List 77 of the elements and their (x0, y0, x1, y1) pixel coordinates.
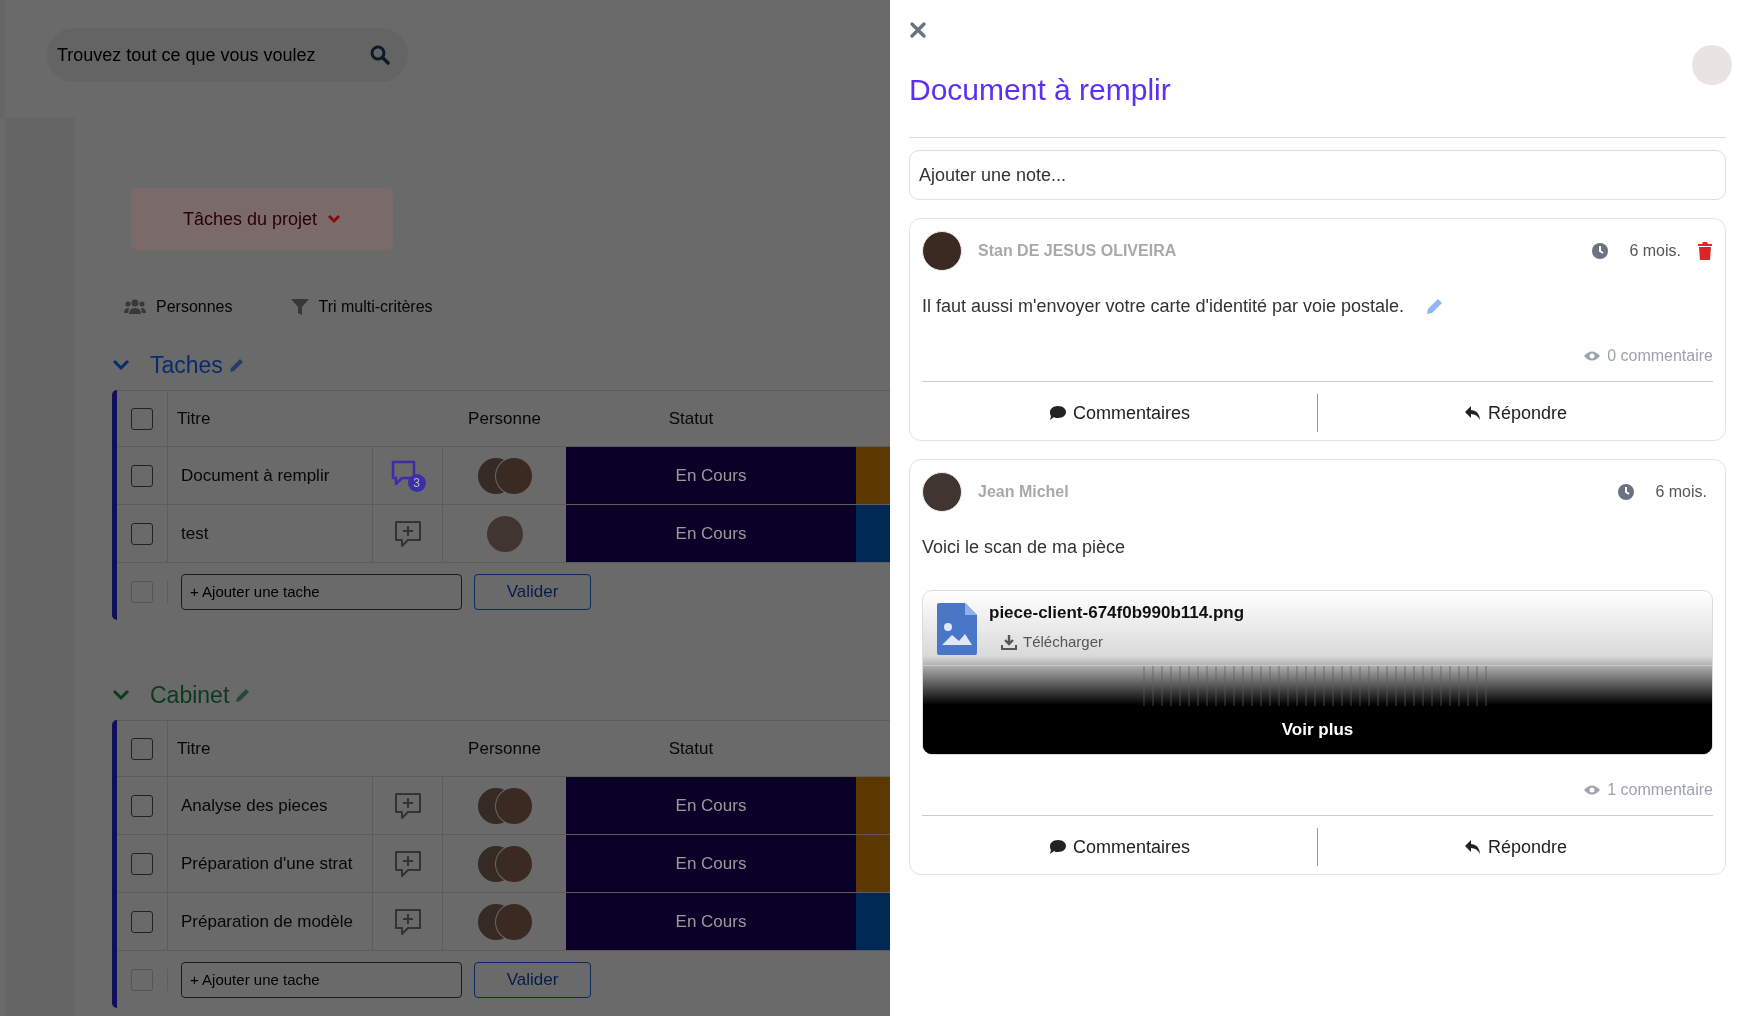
status-cell[interactable]: En Cours (566, 777, 856, 834)
avatar (922, 231, 962, 271)
avatar (922, 472, 962, 512)
reply-icon (1463, 405, 1482, 421)
pencil-icon[interactable] (235, 687, 252, 703)
add-comment-icon[interactable] (392, 790, 423, 821)
reply-button[interactable]: Répondre (1318, 830, 1713, 864)
add-task-field[interactable]: + Ajouter une tache (181, 961, 462, 998)
checkbox[interactable] (131, 910, 153, 933)
chevron-icon[interactable] (112, 689, 130, 701)
task-title[interactable]: test (181, 523, 209, 544)
image-file-icon (937, 603, 977, 655)
add-comment-icon[interactable] (392, 906, 423, 937)
file-name: piece-client-674f0b990b114.png (989, 603, 1245, 623)
column-header: Titre (177, 408, 211, 429)
author-name: Jean Michel (978, 483, 1069, 501)
status-cell[interactable]: En Cours (566, 835, 856, 892)
task-title[interactable]: Analyse des pieces (181, 795, 328, 816)
comments-button[interactable]: Commentaires (922, 830, 1317, 864)
reply-button[interactable]: Répondre (1318, 396, 1713, 430)
close-icon[interactable] (909, 21, 927, 39)
note-time: 6 mois. (1655, 483, 1707, 501)
filter-button[interactable]: Tri multi-critères (290, 298, 433, 316)
reply-icon (1463, 839, 1482, 855)
checkbox[interactable] (131, 464, 153, 487)
checkbox[interactable] (131, 794, 153, 817)
comment-count: 0 commentaire (1607, 347, 1713, 365)
group-title: Cabinet (150, 681, 230, 709)
eye-icon (1583, 784, 1602, 796)
checkbox[interactable] (131, 407, 153, 430)
checkbox[interactable] (131, 852, 153, 875)
status-cell[interactable]: En Cours (566, 505, 856, 562)
note-text: Voici le scan de ma pièce (922, 536, 1126, 558)
note-text: Il faut aussi m'envoyer votre carte d'identité par voie postale. (922, 295, 1405, 317)
task-title[interactable]: Préparation de modèle (181, 911, 353, 932)
checkbox[interactable] (131, 737, 153, 760)
status-cell[interactable]: En Cours (566, 893, 856, 950)
chevron-icon[interactable] (112, 359, 130, 371)
pencil-icon[interactable] (1426, 297, 1445, 315)
column-header: Titre (177, 738, 211, 759)
delete-icon[interactable] (1697, 242, 1713, 260)
add-comment-icon[interactable] (392, 518, 423, 549)
column-header: Personne (468, 408, 541, 429)
pencil-icon[interactable] (228, 357, 245, 373)
comments-button[interactable]: Commentaires (922, 396, 1317, 430)
avatar (1692, 45, 1732, 85)
status-cell[interactable]: En Cours (566, 447, 856, 504)
note-time: 6 mois. (1629, 242, 1681, 260)
clock-icon (1591, 242, 1610, 260)
column-header: Statut (668, 738, 714, 759)
people-button[interactable]: Personnes (124, 298, 233, 316)
validate-button[interactable]: Valider (474, 961, 591, 998)
search-icon[interactable] (370, 45, 390, 65)
eye-icon (1583, 350, 1602, 362)
comment-count: 1 commentaire (1607, 781, 1713, 799)
add-task-field[interactable]: + Ajouter une tache (181, 573, 462, 610)
checkbox[interactable] (131, 522, 153, 545)
speech-bubble-icon (1048, 839, 1067, 855)
speech-bubble-icon (1048, 405, 1067, 421)
column-header: Statut (668, 408, 714, 429)
task-title[interactable]: Document à remplir (181, 465, 330, 486)
task-title[interactable]: Préparation d'une strat (181, 853, 353, 874)
validate-button[interactable]: Valider (474, 573, 591, 610)
chevron-down-icon (327, 214, 342, 224)
author-name: Stan DE JESUS OLIVEIRA (978, 242, 1177, 260)
add-comment-icon[interactable] (392, 848, 423, 879)
filter-icon (290, 298, 309, 316)
download-icon (1001, 633, 1017, 650)
group-title: Taches (150, 351, 223, 379)
search-field[interactable]: Trouvez tout ce que vous voulez (47, 28, 408, 82)
column-header: Personne (468, 738, 541, 759)
clock-icon (1617, 483, 1636, 501)
download-link[interactable]: Télécharger (1001, 633, 1245, 650)
project-menu-button[interactable]: Tâches du projet (131, 188, 393, 250)
people-icon (124, 299, 146, 315)
panel-title: Document à remplir (909, 73, 1172, 107)
note-field[interactable]: Ajouter une note... (909, 150, 1726, 200)
